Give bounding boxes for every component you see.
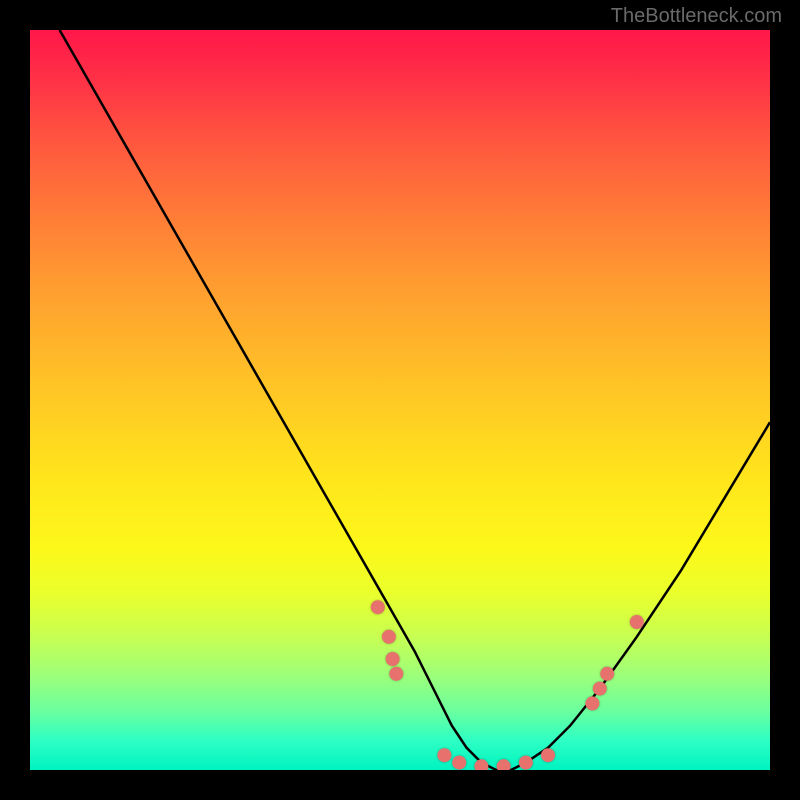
watermark-text: TheBottleneck.com bbox=[611, 5, 782, 28]
data-marker bbox=[630, 615, 644, 629]
data-marker bbox=[585, 696, 599, 710]
data-marker bbox=[600, 667, 614, 681]
data-marker bbox=[519, 756, 533, 770]
data-marker bbox=[497, 759, 511, 770]
bottleneck-curve-path bbox=[60, 30, 770, 770]
chart-plot-area bbox=[30, 30, 770, 770]
data-marker bbox=[474, 759, 488, 770]
data-marker bbox=[382, 630, 396, 644]
data-marker bbox=[541, 748, 555, 762]
data-marker bbox=[371, 600, 385, 614]
data-marker bbox=[452, 756, 466, 770]
data-marker bbox=[386, 652, 400, 666]
chart-svg bbox=[30, 30, 770, 770]
data-marker bbox=[389, 667, 403, 681]
data-markers-group bbox=[371, 600, 644, 770]
data-marker bbox=[437, 748, 451, 762]
data-marker bbox=[593, 682, 607, 696]
